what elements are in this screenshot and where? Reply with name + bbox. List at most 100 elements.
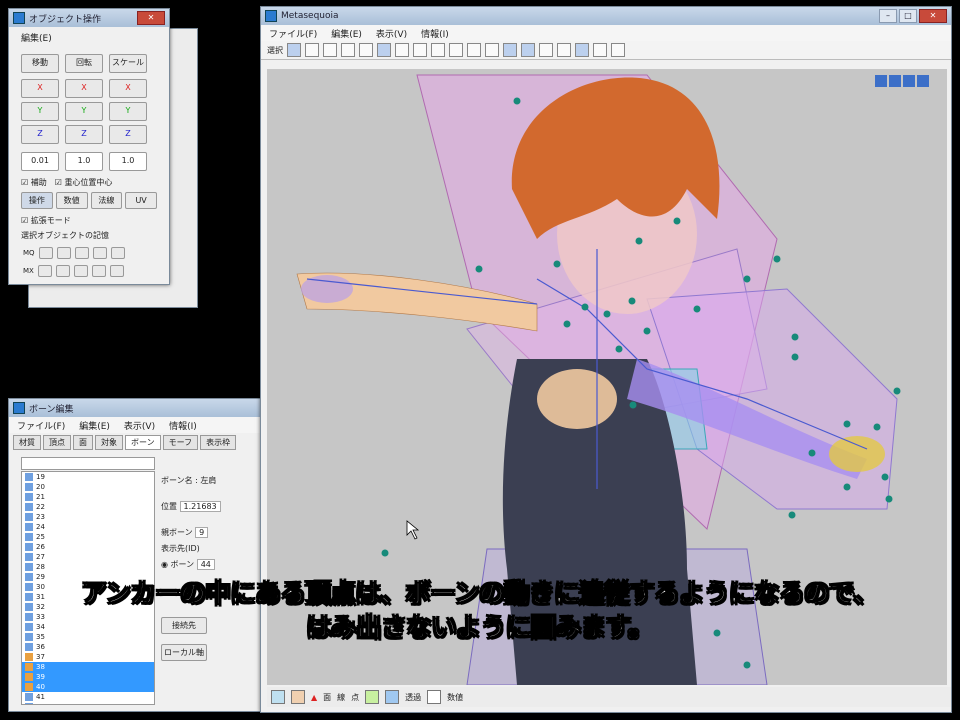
plane-tool-icon[interactable]: [359, 43, 373, 57]
face-mode-icon[interactable]: [539, 43, 553, 57]
menu-info[interactable]: 情報(I): [421, 27, 449, 40]
rotate-button[interactable]: 回転: [65, 54, 103, 73]
menu-view[interactable]: 表示(V): [376, 27, 407, 40]
rotate-z-button[interactable]: Z: [65, 125, 103, 144]
menu-file[interactable]: ファイル(F): [269, 27, 317, 40]
list-item[interactable]: 27: [22, 552, 154, 562]
tab-morph[interactable]: モーフ: [162, 435, 199, 450]
main-window-titlebar[interactable]: Metasequoia – □ ✕: [261, 7, 951, 25]
list-item[interactable]: 28: [22, 562, 154, 572]
tab-vertex[interactable]: 頂点: [43, 435, 71, 450]
normal-button[interactable]: 法線: [90, 192, 123, 209]
fix-view-icon[interactable]: [611, 43, 625, 57]
memory-slot[interactable]: [73, 265, 88, 277]
tab-display-frame[interactable]: 表示枠: [200, 435, 237, 450]
position-field[interactable]: 1.21683: [179, 501, 221, 512]
list-item[interactable]: 25: [22, 532, 154, 542]
list-item[interactable]: 22: [22, 502, 154, 512]
move-button[interactable]: 移動: [21, 54, 59, 73]
scale-value-field[interactable]: 1.0: [109, 152, 147, 171]
memory-slot[interactable]: [56, 247, 71, 259]
status-numeric[interactable]: 数値: [447, 692, 463, 703]
tab-bone[interactable]: ボーン: [125, 435, 161, 450]
list-item-selected[interactable]: 39: [22, 672, 154, 682]
menu-edit[interactable]: 編集(E): [79, 419, 110, 432]
yz-plane-icon[interactable]: [485, 43, 499, 57]
color-swatch[interactable]: [365, 690, 380, 704]
memory-slot[interactable]: [55, 265, 70, 277]
memory-slot[interactable]: [109, 265, 124, 277]
list-item[interactable]: 23: [22, 512, 154, 522]
brush-select-icon[interactable]: [431, 43, 445, 57]
move-y-button[interactable]: Y: [21, 102, 59, 121]
move-z-button[interactable]: Z: [21, 125, 59, 144]
close-button[interactable]: ✕: [137, 11, 165, 25]
move-value-field[interactable]: 0.01: [21, 152, 59, 171]
bone-id-field[interactable]: 44: [196, 559, 215, 570]
rotate-x-button[interactable]: X: [65, 79, 103, 98]
color-swatch[interactable]: [427, 690, 442, 704]
move-x-button[interactable]: X: [21, 79, 59, 98]
status-edge[interactable]: 線: [337, 692, 345, 703]
list-item[interactable]: 19: [22, 472, 154, 482]
move-tool-icon[interactable]: [305, 43, 319, 57]
object-window-titlebar[interactable]: オブジェクト操作 ✕: [9, 9, 169, 27]
vertex-mode-icon[interactable]: [503, 43, 517, 57]
close-button[interactable]: ✕: [919, 9, 947, 23]
tab-target[interactable]: 対象: [95, 435, 123, 450]
select-tool-icon[interactable]: [287, 43, 301, 57]
edge-mode-icon[interactable]: [521, 43, 535, 57]
menu-view[interactable]: 表示(V): [124, 419, 155, 432]
bone-search-field[interactable]: [21, 457, 155, 470]
symmetry-icon[interactable]: [449, 43, 463, 57]
operation-button[interactable]: 操作: [21, 192, 53, 209]
memory-slot[interactable]: [91, 265, 106, 277]
list-item[interactable]: 42: [22, 702, 154, 704]
material-swatch[interactable]: [271, 690, 285, 704]
tab-face[interactable]: 面: [73, 435, 93, 450]
scale-tool-icon[interactable]: [341, 43, 355, 57]
menu-info[interactable]: 情報(I): [169, 419, 197, 432]
view-nav-icons[interactable]: [875, 75, 929, 87]
memory-slot[interactable]: [92, 247, 107, 259]
menu-edit[interactable]: 編集(E): [331, 27, 362, 40]
extended-mode-checkbox[interactable]: ☑ 拡張モード: [21, 215, 157, 226]
rope-select-icon[interactable]: [413, 43, 427, 57]
bone-radio[interactable]: ◉: [161, 560, 168, 569]
list-item[interactable]: 41: [22, 692, 154, 702]
uv-button[interactable]: UV: [125, 192, 157, 209]
scale-x-button[interactable]: X: [109, 79, 147, 98]
status-face[interactable]: 面: [323, 692, 331, 703]
list-item-selected[interactable]: 38: [22, 662, 154, 672]
status-transparency[interactable]: 透過: [405, 692, 421, 703]
color-swatch[interactable]: [385, 690, 400, 704]
tab-material[interactable]: 材質: [13, 435, 41, 450]
local-axis-button[interactable]: ローカル軸: [161, 644, 207, 661]
menu-file[interactable]: ファイル(F): [17, 419, 65, 432]
snap-icon[interactable]: [557, 43, 571, 57]
list-item[interactable]: 20: [22, 482, 154, 492]
maximize-button[interactable]: □: [899, 9, 917, 23]
material-swatch[interactable]: [291, 690, 305, 704]
memory-slot[interactable]: [110, 247, 125, 259]
status-vertex[interactable]: 点: [351, 692, 359, 703]
rotate-tool-icon[interactable]: [323, 43, 337, 57]
view-3d-icon[interactable]: [575, 43, 589, 57]
scale-z-button[interactable]: Z: [109, 125, 147, 144]
memory-slot[interactable]: [38, 247, 53, 259]
rect-select-icon[interactable]: [377, 43, 391, 57]
lasso-select-icon[interactable]: [395, 43, 409, 57]
xy-plane-icon[interactable]: [467, 43, 481, 57]
list-item[interactable]: 37: [22, 652, 154, 662]
bone-name-value[interactable]: 左肩: [200, 476, 216, 485]
minimize-button[interactable]: –: [879, 9, 897, 23]
memory-slot[interactable]: [74, 247, 89, 259]
memory-slot[interactable]: [37, 265, 52, 277]
scale-y-button[interactable]: Y: [109, 102, 147, 121]
numeric-button[interactable]: 数値: [55, 192, 88, 209]
parent-bone-field[interactable]: 9: [195, 527, 209, 538]
object-window-menu[interactable]: 編集(E): [9, 27, 169, 48]
list-item[interactable]: 21: [22, 492, 154, 502]
list-item[interactable]: 24: [22, 522, 154, 532]
rotate-value-field[interactable]: 1.0: [65, 152, 103, 171]
